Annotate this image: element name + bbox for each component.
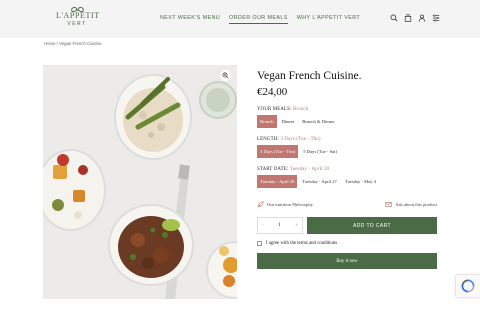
- breadcrumb-current: Vegan French Cuisine.: [59, 41, 103, 46]
- product-links: Our nutrition Philosophy Ask about this …: [257, 201, 437, 208]
- leaf-icon: [56, 6, 98, 11]
- meals-option-brunch-dinner[interactable]: Brunch & Dinner: [299, 115, 338, 128]
- user-icon[interactable]: [418, 14, 426, 22]
- nutrition-link[interactable]: Our nutrition Philosophy: [257, 201, 313, 208]
- breadcrumb-home[interactable]: Home: [44, 41, 55, 46]
- product-price: €24,00: [257, 86, 288, 98]
- product-image[interactable]: [43, 65, 237, 299]
- nutrition-link-label: Our nutrition Philosophy: [267, 202, 313, 207]
- zoom-button[interactable]: [220, 70, 231, 81]
- zoom-icon: [222, 72, 229, 79]
- product-title: Vegan French Cuisine.: [257, 70, 362, 82]
- mail-icon: [385, 202, 392, 207]
- nav-item-why[interactable]: WHY L'APPETIT VERT: [297, 15, 360, 24]
- meals-options: Brunch Dinner Brunch & Dinner: [257, 115, 437, 128]
- header-icons: [390, 14, 440, 22]
- start-label: START DATE:: [257, 167, 289, 172]
- recaptcha-icon: [461, 279, 475, 293]
- product-photo-illustration: [43, 65, 237, 299]
- add-to-cart-button[interactable]: ADD TO CART: [307, 217, 437, 234]
- quantity-decrease-button[interactable]: -: [262, 223, 264, 228]
- cart-row: - 1 + ADD TO CART: [257, 217, 437, 234]
- meals-option-brunch[interactable]: Brunch: [257, 115, 277, 128]
- buy-now-button[interactable]: Buy it now: [257, 253, 437, 269]
- start-option-label: START DATE: Tuesday - April 20: [257, 167, 437, 172]
- length-option-label: LENGTH: 3 Days (Tue - Thu): [257, 137, 437, 142]
- bag-icon[interactable]: [404, 14, 412, 22]
- brand-logo[interactable]: L'APPETIT VERT: [56, 6, 100, 34]
- length-option-5-days[interactable]: 5 Days (Tue - Sat): [300, 145, 340, 158]
- length-options: 3 Days (Tue - Thu) 5 Days (Tue - Sat): [257, 145, 437, 158]
- ask-product-label: Ask about this product: [395, 202, 437, 207]
- brand-name-line1: L'APPETIT: [56, 11, 100, 20]
- nav-item-next-week-menu[interactable]: NEXT WEEK'S MENU: [160, 15, 220, 24]
- length-label: LENGTH:: [257, 137, 279, 142]
- main-nav: NEXT WEEK'S MENU ORDER OUR MEALS WHY L'A…: [160, 15, 360, 24]
- brand-name-line2: VERT: [67, 21, 87, 27]
- quantity-value[interactable]: 1: [278, 223, 281, 228]
- length-selected-value: 3 Days (Tue - Thu): [280, 137, 321, 142]
- leaf-icon: [257, 201, 264, 208]
- terms-row: I agree with the terms and conditions: [257, 241, 437, 246]
- product-info: Vegan French Cuisine. €24,00 YOUR MEALS:…: [257, 70, 437, 269]
- start-option-april-20[interactable]: Tuesday - April 20: [257, 175, 298, 188]
- search-icon[interactable]: [390, 14, 398, 22]
- terms-checkbox[interactable]: [257, 241, 262, 246]
- meals-option-dinner[interactable]: Dinner: [278, 115, 298, 128]
- length-option-3-days[interactable]: 3 Days (Tue - Thu): [257, 145, 299, 158]
- recaptcha-badge[interactable]: [456, 275, 480, 297]
- settings-icon[interactable]: [432, 14, 440, 22]
- nav-item-order-meals[interactable]: ORDER OUR MEALS: [229, 15, 288, 24]
- breadcrumb: Home / Vegan French Cuisine.: [44, 41, 103, 46]
- start-option-may-4[interactable]: Tuesday - May 4: [341, 175, 379, 188]
- site-header: L'APPETIT VERT NEXT WEEK'S MENU ORDER OU…: [0, 0, 480, 38]
- terms-label[interactable]: I agree with the terms and conditions: [266, 241, 337, 246]
- meals-label: YOUR MEALS:: [257, 107, 292, 112]
- start-option-april-27[interactable]: Tuesday - April 27: [299, 175, 340, 188]
- meals-selected-value: Brunch: [293, 107, 309, 112]
- quantity-increase-button[interactable]: +: [295, 223, 298, 228]
- start-selected-value: Tuesday - April 20: [289, 167, 330, 172]
- ask-product-link[interactable]: Ask about this product: [385, 201, 437, 208]
- quantity-stepper[interactable]: - 1 +: [257, 217, 303, 234]
- start-options: Tuesday - April 20 Tuesday - April 27 Tu…: [257, 175, 437, 188]
- meals-option-label: YOUR MEALS: Brunch: [257, 107, 437, 112]
- breadcrumb-separator: /: [56, 41, 58, 46]
